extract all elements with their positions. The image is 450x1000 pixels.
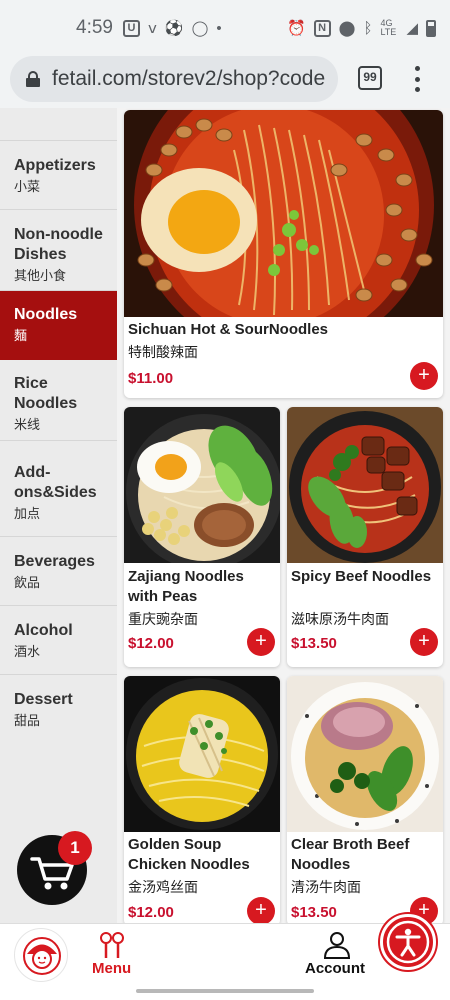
menu-item-chinese-name: 重庆豌杂面 (128, 611, 198, 627)
food-photo (124, 110, 443, 317)
menu-grid: Sichuan Hot & SourNoodles 特制酸辣面 $11.00 + (117, 108, 450, 923)
menu-item-card[interactable]: Golden Soup Chicken Noodles 金汤鸡丝面 $12.00… (124, 676, 280, 923)
sidebar-item-dessert[interactable]: Dessert 甜品 (0, 675, 117, 744)
menu-utensils-icon (100, 932, 124, 958)
notification-icons: U ⅴ ⚽ ◯ • (122, 19, 222, 37)
nav-menu-label: Menu (92, 960, 132, 977)
sidebar-item-appetizers[interactable]: Appetizers 小菜 (0, 141, 117, 210)
menu-item-name: Clear Broth Beef Noodles (291, 836, 410, 873)
system-icons: ⏰ N ⬤ ᛒ 4G LTE ◢ (287, 19, 436, 37)
alarm-icon: ⏰ (286, 20, 306, 37)
app-v-icon: ⅴ (147, 20, 157, 37)
menu-item-card[interactable]: Zajiang Noodles with Peas 重庆豌杂面 $12.00 + (124, 407, 280, 667)
menu-item-chinese-name: 清汤牛肉面 (291, 879, 361, 895)
menu-item-price: $12.00 (128, 635, 174, 652)
sidebar-item-label: Beverages (14, 553, 95, 570)
sidebar-item-sublabel: 加点 (14, 506, 41, 521)
app-u-icon: U (122, 19, 140, 37)
sidebar-item-sublabel: 飲品 (14, 575, 41, 590)
restaurant-logo[interactable] (14, 928, 68, 982)
sidebar-item-sublabel: 麵 (14, 328, 28, 343)
tab-switcher-button[interactable]: 99 (358, 66, 382, 90)
sidebar-item-label: Add-ons&Sides (14, 464, 97, 501)
menu-item-price: $12.00 (128, 904, 174, 921)
menu-item-name: Zajiang Noodles with Peas (128, 568, 244, 605)
sidebar-item-sublabel: 甜品 (14, 713, 41, 728)
category-sidebar: Appetizers 小菜 Non-noodle Dishes 其他小食 Noo… (0, 108, 117, 923)
sidebar-item-label: Appetizers (14, 157, 96, 174)
sidebar-item-beverages[interactable]: Beverages 飲品 (0, 537, 117, 606)
accessibility-button[interactable] (380, 914, 436, 970)
account-person-icon (323, 932, 351, 959)
cart-count-badge: 1 (58, 831, 92, 865)
food-photo (287, 407, 443, 563)
sidebar-item-label: Dessert (14, 691, 73, 708)
menu-item-chinese-name: 金汤鸡丝面 (128, 879, 198, 895)
sidebar-item-sublabel: 小菜 (14, 179, 41, 194)
sidebar-item-add-ons[interactable]: Add-ons&Sides 加点 (0, 441, 117, 537)
menu-item-card[interactable]: Sichuan Hot & SourNoodles 特制酸辣面 $11.00 + (124, 110, 443, 398)
sidebar-item-rice-noodles[interactable]: Rice Noodles 米线 (0, 360, 117, 441)
sidebar-item-sublabel: 酒水 (14, 644, 41, 659)
url-text: fetail.com/storev2/shop?code (52, 67, 326, 90)
status-time: 4:59 (76, 17, 113, 38)
lock-icon (26, 71, 40, 87)
sidebar-item-non-noodle[interactable]: Non-noodle Dishes 其他小食 (0, 210, 117, 291)
menu-item-card[interactable]: Clear Broth Beef Noodles 清汤牛肉面 $13.50 + (287, 676, 443, 923)
status-bar: 4:59 U ⅴ ⚽ ◯ • ⏰ N ⬤ ᛒ 4G LTE ◢ (0, 0, 450, 56)
sidebar-item-label: Rice Noodles (14, 375, 78, 412)
menu-item-name: Spicy Beef Noodles (291, 568, 432, 585)
sidebar-item-label: Noodles (14, 306, 78, 323)
accessibility-icon (386, 920, 430, 964)
sidebar-item-sublabel: 米线 (14, 417, 41, 432)
sidebar-item-previous[interactable] (0, 108, 117, 141)
circle-app-icon: ◯ (191, 20, 209, 37)
dot-icon: • (216, 19, 222, 37)
sidebar-item-label: Non-noodle Dishes (14, 226, 103, 263)
add-to-cart-button[interactable]: + (410, 628, 438, 656)
signal-icon: ◢ (406, 20, 418, 37)
food-photo (124, 407, 280, 563)
battery-icon (426, 19, 436, 37)
menu-item-chinese-name: 滋味原汤牛肉面 (291, 611, 389, 627)
browser-toolbar: fetail.com/storev2/shop?code 99 (0, 56, 450, 108)
menu-item-price: $13.50 (291, 904, 337, 921)
menu-item-card[interactable]: Spicy Beef Noodles 滋味原汤牛肉面 $13.50 + (287, 407, 443, 667)
add-to-cart-button[interactable]: + (247, 897, 275, 923)
nav-account-label: Account (305, 960, 365, 977)
nfc-icon: N (313, 19, 331, 37)
menu-item-name: Sichuan Hot & SourNoodles (128, 321, 329, 338)
soccer-icon: ⚽ (164, 20, 184, 37)
more-vert-icon[interactable] (408, 66, 426, 92)
food-photo (287, 676, 443, 832)
menu-item-chinese-name: 特制酸辣面 (128, 344, 198, 360)
food-photo (124, 676, 280, 832)
menu-item-price: $13.50 (291, 635, 337, 652)
sidebar-item-alcohol[interactable]: Alcohol 酒水 (0, 606, 117, 675)
menu-item-name: Golden Soup Chicken Noodles (128, 836, 250, 873)
sidebar-item-noodles[interactable]: Noodles 麵 (0, 291, 117, 360)
add-to-cart-button[interactable]: + (247, 628, 275, 656)
sidebar-item-sublabel: 其他小食 (14, 268, 67, 283)
address-bar[interactable]: fetail.com/storev2/shop?code (10, 56, 338, 102)
network-label: 4G LTE (380, 18, 397, 37)
location-icon: ⬤ (338, 20, 356, 37)
bluetooth-icon: ᛒ (363, 19, 373, 37)
home-indicator (0, 985, 450, 1000)
menu-item-price: $11.00 (128, 370, 174, 387)
sidebar-item-label: Alcohol (14, 622, 73, 639)
add-to-cart-button[interactable]: + (410, 362, 438, 390)
